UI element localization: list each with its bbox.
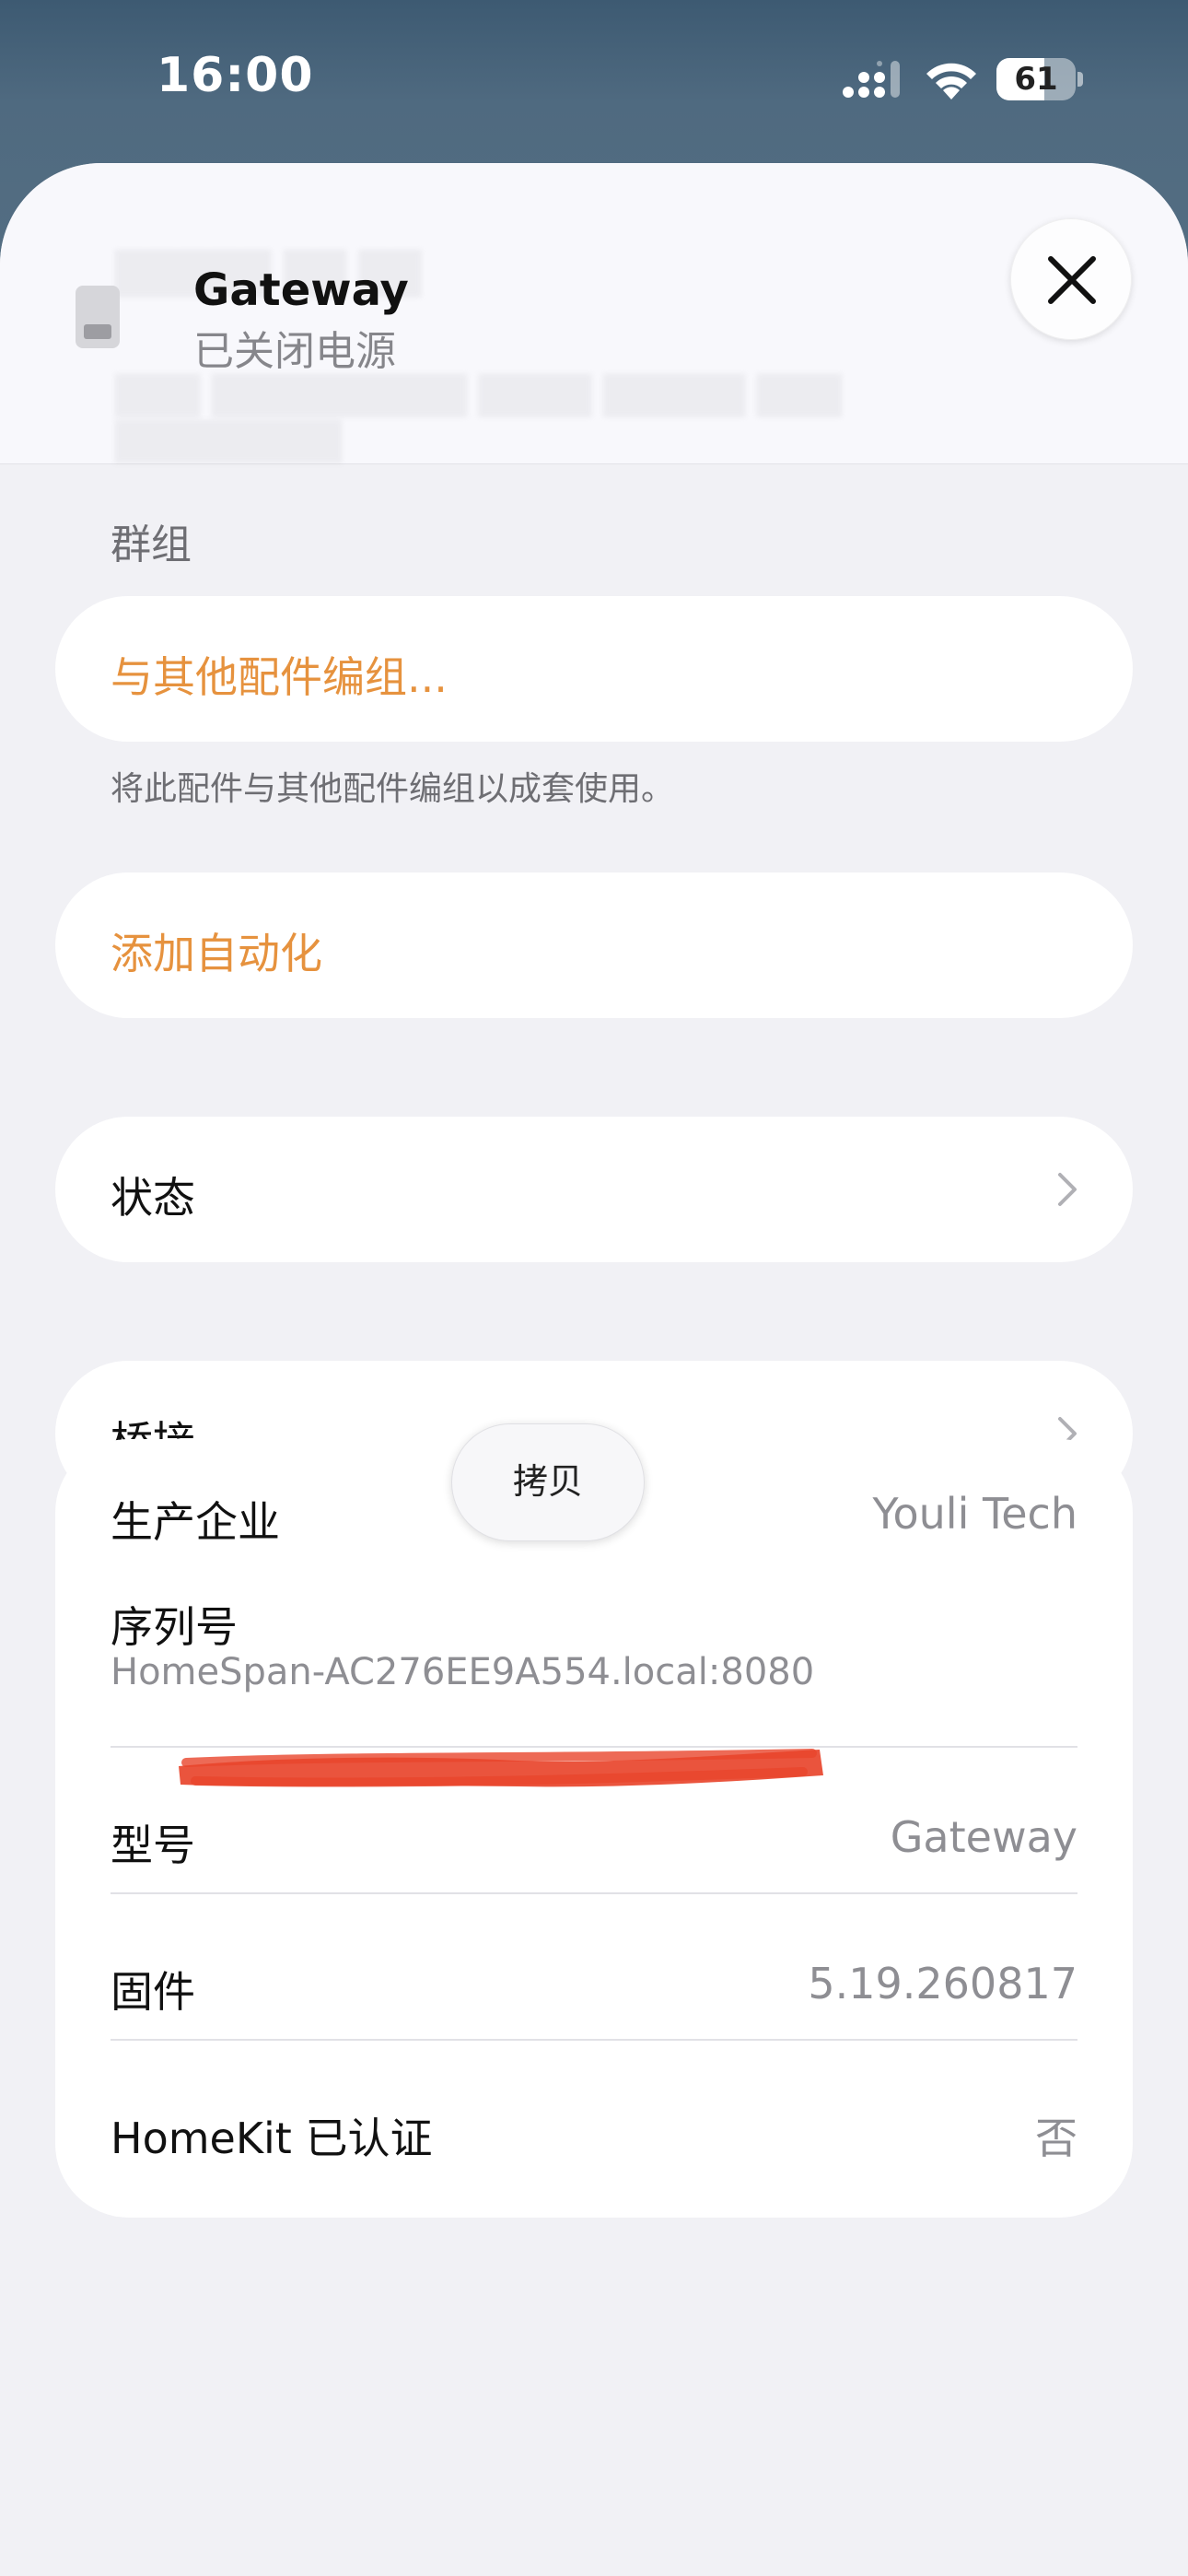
group-note: 将此配件与其他配件编组以成套使用。: [111, 770, 675, 808]
gateway-device-icon: [76, 286, 120, 348]
group-accessories-button[interactable]: 与其他配件编组...: [55, 596, 1133, 742]
manufacturer-label: 生产企业: [111, 1497, 280, 1547]
redaction-scribble: [179, 1749, 823, 1787]
firmware-value[interactable]: 5.19.260817: [808, 1959, 1077, 2008]
chevron-right-icon: [1058, 1173, 1077, 1206]
status-time: 16:00: [157, 48, 314, 103]
serial-label: 序列号: [111, 1602, 238, 1652]
accessory-info-card: 生产企业 Youli Tech 序列号 HomeSpan-AC276EE9A55…: [55, 1439, 1133, 2218]
close-icon: [1048, 256, 1096, 304]
serial-value[interactable]: HomeSpan-AC276EE9A554.local:8080: [111, 1651, 814, 1693]
sheet-header: █████ ██ ██ ███ █████████ ████ █████ ███…: [0, 163, 1188, 464]
model-value[interactable]: Gateway: [891, 1812, 1077, 1862]
close-button[interactable]: [1010, 218, 1132, 340]
status-bar: 16:00 61: [0, 0, 1188, 161]
status-label: 状态: [111, 1173, 195, 1223]
firmware-label: 固件: [111, 1967, 195, 2017]
model-label: 型号: [111, 1821, 195, 1870]
cellular-signal-icon: [843, 61, 900, 98]
group-section-title: 群组: [111, 521, 192, 568]
divider: [111, 2039, 1077, 2041]
manufacturer-value[interactable]: Youli Tech: [873, 1489, 1078, 1539]
add-automation-button[interactable]: 添加自动化: [55, 872, 1133, 1018]
wifi-icon: [926, 63, 976, 100]
copy-button[interactable]: 拷贝: [451, 1423, 645, 1541]
group-accessories-label: 与其他配件编组...: [111, 652, 448, 702]
device-name: Gateway: [193, 264, 409, 316]
device-power-status: 已关闭电源: [193, 328, 396, 375]
status-row[interactable]: 状态: [55, 1117, 1133, 1262]
add-automation-label: 添加自动化: [111, 929, 322, 978]
divider: [111, 1892, 1077, 1894]
homekit-certified-label: HomeKit 已认证: [111, 2113, 433, 2163]
battery-icon: 61: [996, 58, 1083, 100]
battery-percent: 61: [1014, 61, 1058, 98]
homekit-certified-value: 否: [1035, 2113, 1077, 2163]
